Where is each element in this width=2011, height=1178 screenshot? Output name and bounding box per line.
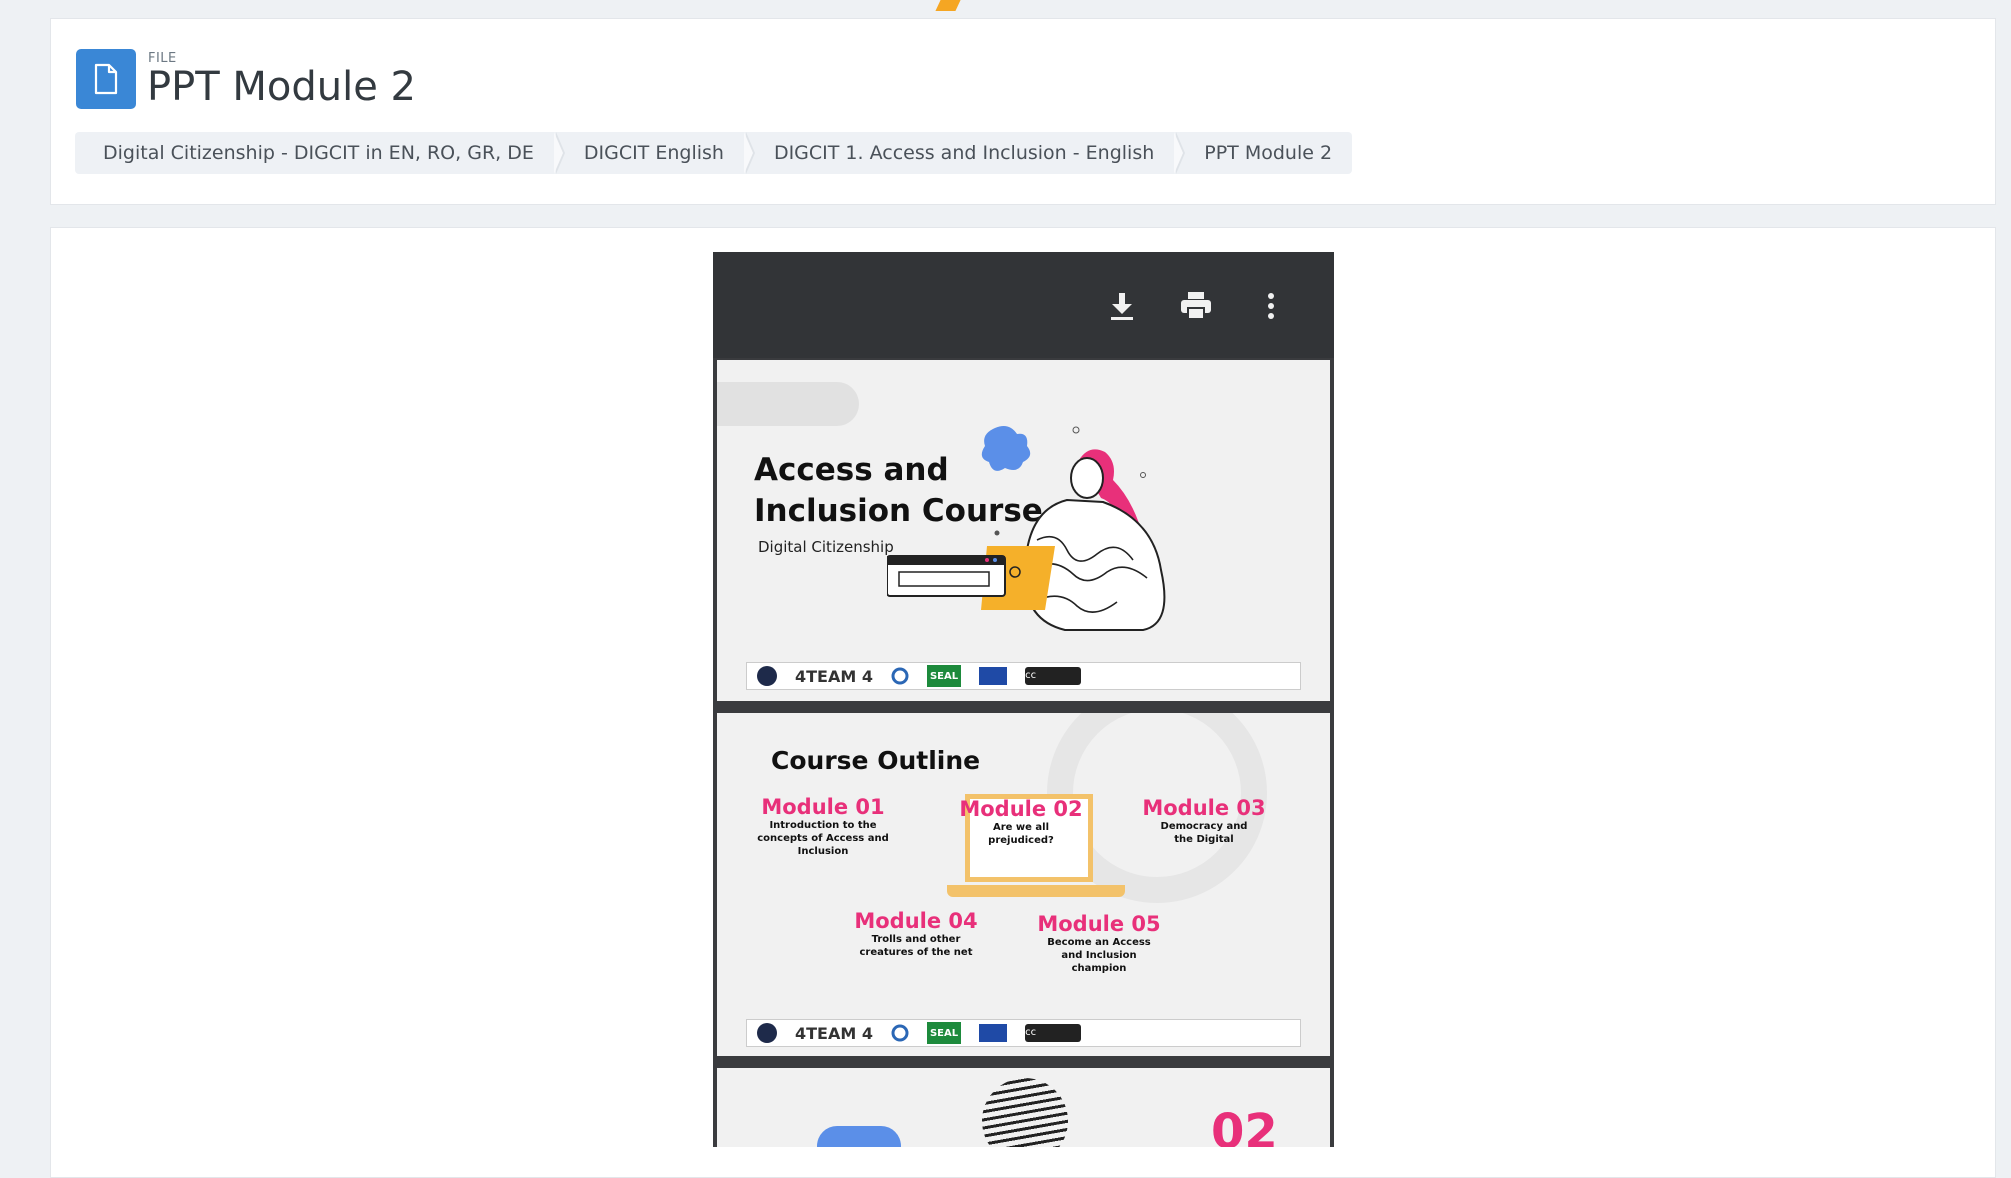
print-icon[interactable]	[1176, 286, 1216, 326]
logo-eu-erasmus	[979, 667, 1008, 685]
module-number: 02	[1211, 1104, 1278, 1147]
partner-logos-strip: 4TEAM 4 SEAL cc	[746, 662, 1301, 690]
logo-seal-cyprus: SEAL	[926, 1022, 962, 1044]
logo-eu-erasmus	[979, 1024, 1008, 1042]
viewer-toolbar	[713, 252, 1334, 358]
slide-module-02-partial: 02	[717, 1068, 1330, 1147]
logo-digital-citizenship	[757, 666, 777, 686]
slide-title: Access and Inclusion Course Digital Citi…	[717, 360, 1330, 701]
decorative-pill	[717, 382, 859, 426]
breadcrumb-item-course[interactable]: Digital Citizenship - DIGCIT in EN, RO, …	[75, 132, 565, 174]
module-description: Become an Access and Inclusion champion	[1047, 937, 1151, 974]
module-card: Module 03 Democracy and the Digital	[1129, 796, 1279, 846]
logo-creative-commons: cc	[1025, 667, 1082, 685]
page-header: FILE PPT Module 2 Digital Citizenship - …	[50, 18, 1996, 205]
slide-subtitle: Digital Citizenship	[758, 538, 894, 556]
module-description: Introduction to the concepts of Access a…	[757, 820, 889, 857]
decorative-striped-circle	[982, 1078, 1068, 1147]
slide-course-outline: Course Outline Module 01 Introduction to…	[717, 713, 1330, 1056]
partner-logos-strip: 4TEAM 4 SEAL cc	[746, 1019, 1301, 1047]
breadcrumb: Digital Citizenship - DIGCIT in EN, RO, …	[75, 132, 1353, 174]
logo-seal-cyprus: SEAL	[926, 665, 962, 687]
breadcrumb-item-section[interactable]: DIGCIT English	[554, 132, 756, 174]
person-at-laptop-illustration	[887, 426, 1166, 631]
logo-creative-commons: cc	[1025, 1024, 1082, 1042]
module-description: Democracy and the Digital	[1160, 821, 1248, 845]
logo-team4: 4TEAM 4	[795, 666, 873, 686]
decorative-pill	[817, 1126, 901, 1147]
module-title: Module 02	[959, 797, 1083, 821]
module-description: Trolls and other creatures of the net	[859, 934, 973, 958]
logo-institute	[891, 1024, 909, 1042]
logo-team4: 4TEAM 4	[795, 1023, 873, 1043]
more-options-icon[interactable]	[1251, 286, 1291, 326]
top-accent-mark	[935, 0, 961, 11]
breadcrumb-item-current: PPT Module 2	[1204, 142, 1333, 164]
laptop-base-illustration	[947, 885, 1125, 897]
pdf-viewer[interactable]: Access and Inclusion Course Digital Citi…	[713, 252, 1334, 1147]
module-title: Module 01	[761, 795, 885, 819]
breadcrumb-item-topic[interactable]: DIGCIT 1. Access and Inclusion - English	[744, 132, 1186, 174]
logo-digital-citizenship	[757, 1023, 777, 1043]
module-description: Are we all prejudiced?	[988, 822, 1054, 846]
module-title: Module 04	[854, 909, 978, 933]
module-card: Module 04 Trolls and other creatures of …	[841, 909, 991, 959]
file-icon	[76, 49, 136, 109]
page-title: PPT Module 2	[147, 64, 417, 110]
module-title: Module 03	[1142, 796, 1266, 820]
module-card: Module 05 Become an Access and Inclusion…	[1024, 912, 1174, 975]
module-card: Module 02 Are we all prejudiced?	[954, 797, 1088, 847]
slide-heading: Course Outline	[771, 746, 981, 775]
logo-institute	[891, 667, 909, 685]
module-card: Module 01 Introduction to the concepts o…	[748, 795, 898, 858]
download-icon[interactable]	[1102, 286, 1142, 326]
module-title: Module 05	[1037, 912, 1161, 936]
